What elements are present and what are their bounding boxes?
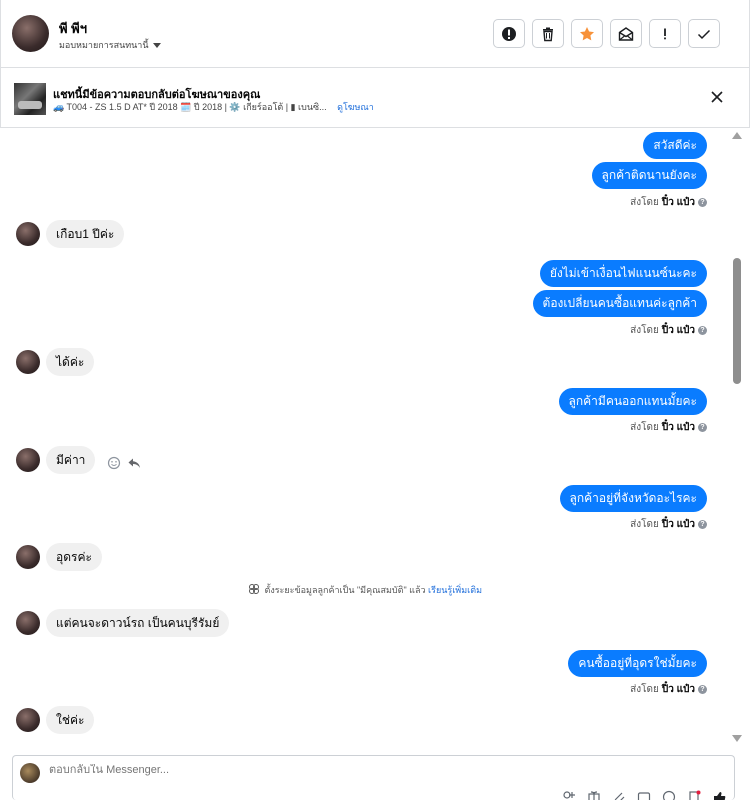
incoming-message-row: เกือบ1 ปีค่ะ [16, 220, 125, 248]
view-ad-link[interactable]: ดูโฆษณา [337, 102, 374, 112]
incoming-message-row: ได้ค่ะ [16, 348, 95, 376]
help-icon[interactable]: ? [698, 326, 707, 335]
reply-input[interactable] [49, 764, 649, 776]
chevron-down-icon [152, 42, 161, 48]
message-actions [107, 456, 141, 470]
incoming-message[interactable]: อุดรค่ะ [46, 543, 102, 571]
help-icon[interactable]: ? [698, 198, 707, 207]
sent-by-label: ส่งโดย ปิ๋ว แป๋ว ? [630, 195, 707, 210]
incoming-message-row: มีค่าา [16, 446, 141, 474]
like-icon[interactable] [712, 790, 726, 800]
outgoing-message[interactable]: ต้องเปลี่ยนคนซื้อแทนค่ะลูกค้า [532, 290, 707, 317]
tag-icon[interactable] [562, 790, 576, 800]
outgoing-message[interactable]: สวัสดีค่ะ [643, 132, 707, 159]
saved-reply-icon[interactable] [687, 790, 701, 800]
sent-by-label: ส่งโดย ปิ๋ว แป๋ว ? [630, 682, 707, 697]
contact-avatar-small[interactable] [16, 222, 40, 246]
page-avatar [20, 763, 40, 783]
help-icon[interactable]: ? [698, 520, 707, 529]
help-icon[interactable]: ? [698, 685, 707, 694]
qualified-lead-icon [248, 584, 259, 594]
outgoing-message[interactable]: ลูกค้าอยู่ที่จังหวัดอะไรคะ [559, 485, 707, 512]
attach-icon[interactable] [612, 790, 626, 800]
scrollbar-thumb[interactable] [733, 258, 741, 384]
incoming-message[interactable]: ได้ค่ะ [46, 348, 95, 376]
incoming-message-row: อุดรค่ะ [16, 543, 102, 571]
assign-label: มอบหมายการสนทนานี้ [59, 40, 149, 50]
incoming-message-row: ใช่ค่ะ [16, 706, 95, 734]
follow-up-button[interactable] [571, 19, 603, 48]
ad-thumbnail[interactable] [14, 83, 46, 115]
scroll-down-arrow[interactable] [732, 735, 742, 742]
sender-name[interactable]: ปิ๋ว แป๋ว [662, 682, 695, 697]
sent-by-label: ส่งโดย ปิ๋ว แป๋ว ? [630, 323, 707, 338]
learn-more-link[interactable]: เรียนรู้เพิ่มเติม [428, 585, 482, 595]
reply-icon[interactable] [127, 456, 141, 470]
contact-avatar-small[interactable] [16, 350, 40, 374]
conversation-toolbar [493, 19, 720, 48]
report-button[interactable] [649, 19, 681, 48]
star-icon [580, 26, 594, 40]
conversation-header: พี พีฯ มอบหมายการสนทนานี้ [0, 0, 750, 68]
sent-by-label: ส่งโดย ปิ๋ว แป๋ว ? [630, 420, 707, 435]
gift-icon[interactable] [587, 790, 601, 800]
trash-icon [543, 27, 553, 41]
mail-open-icon [618, 26, 634, 41]
close-icon[interactable] [709, 89, 725, 105]
sent-by-prefix: ส่งโดย [630, 197, 659, 208]
alert-circle-icon [502, 26, 516, 41]
incoming-message[interactable]: แต่คนจะดาวน์รถ เป็นคนบุรีรัมย์ [46, 609, 230, 637]
mark-done-button[interactable] [688, 19, 720, 48]
sender-name[interactable]: ปิ๋ว แป๋ว [662, 195, 695, 210]
incoming-message[interactable]: มีค่าา [46, 446, 96, 474]
sent-by-prefix: ส่งโดย [630, 422, 659, 433]
sent-by-prefix: ส่งโดย [630, 684, 659, 695]
ad-meta: 🚙 T004 - ZS 1.5 D AT* ปี 2018 🗓️ ปี 2018… [53, 100, 374, 114]
emoji-icon[interactable] [662, 790, 676, 800]
ad-context-bar: แชทนี้มีข้อความตอบกลับต่อโฆษณาของคุณ 🚙 T… [0, 68, 750, 128]
ad-meta-text: 🚙 T004 - ZS 1.5 D AT* ปี 2018 🗓️ ปี 2018… [53, 102, 327, 112]
outgoing-message[interactable]: ลูกค้ามีคนออกแทนมั้ยคะ [558, 388, 707, 415]
composer-tools [562, 790, 726, 800]
contact-avatar-small[interactable] [16, 545, 40, 569]
outgoing-message[interactable]: คนซื้ออยู่ที่อุดรใช่มั้ยคะ [568, 650, 707, 677]
contact-avatar[interactable] [12, 15, 49, 52]
sent-by-prefix: ส่งโดย [630, 519, 659, 530]
assign-conversation-dropdown[interactable]: มอบหมายการสนทนานี้ [59, 38, 161, 52]
contact-avatar-small[interactable] [16, 708, 40, 732]
system-notice-text: ตั้งระยะข้อมูลลูกค้าเป็น "มีคุณสมบัติ" แ… [264, 585, 426, 595]
sent-by-prefix: ส่งโดย [630, 325, 659, 336]
delete-button[interactable] [532, 19, 564, 48]
reply-composer [12, 755, 735, 800]
system-notice: ตั้งระยะข้อมูลลูกค้าเป็น "มีคุณสมบัติ" แ… [0, 583, 730, 597]
message-thread[interactable]: สวัสดีค่ะ ลูกค้าติดนานยังคะ ส่งโดย ปิ๋ว … [0, 128, 730, 745]
smiley-icon[interactable] [107, 456, 121, 470]
check-icon [697, 29, 711, 39]
scrollbar-track[interactable] [730, 128, 744, 745]
incoming-message-row: แต่คนจะดาวน์รถ เป็นคนบุรีรัมย์ [16, 609, 230, 637]
incoming-message[interactable]: ใช่ค่ะ [46, 706, 95, 734]
outgoing-message[interactable]: ยังไม่เข้าเงื่อนไฟแนนซ์นะคะ [539, 260, 707, 287]
sent-by-label: ส่งโดย ปิ๋ว แป๋ว ? [630, 517, 707, 532]
help-icon[interactable]: ? [698, 423, 707, 432]
contact-avatar-small[interactable] [16, 448, 40, 472]
sender-name[interactable]: ปิ๋ว แป๋ว [662, 517, 695, 532]
spam-button[interactable] [493, 19, 525, 48]
scroll-up-arrow[interactable] [732, 132, 742, 139]
sender-name[interactable]: ปิ๋ว แป๋ว [662, 323, 695, 338]
sender-name[interactable]: ปิ๋ว แป๋ว [662, 420, 695, 435]
exclamation-icon [664, 28, 666, 39]
contact-name[interactable]: พี พีฯ [59, 18, 87, 39]
incoming-message[interactable]: เกือบ1 ปีค่ะ [46, 220, 125, 248]
gif-icon[interactable] [637, 790, 651, 800]
mark-unread-button[interactable] [610, 19, 642, 48]
contact-avatar-small[interactable] [16, 611, 40, 635]
outgoing-message[interactable]: ลูกค้าติดนานยังคะ [591, 162, 707, 189]
